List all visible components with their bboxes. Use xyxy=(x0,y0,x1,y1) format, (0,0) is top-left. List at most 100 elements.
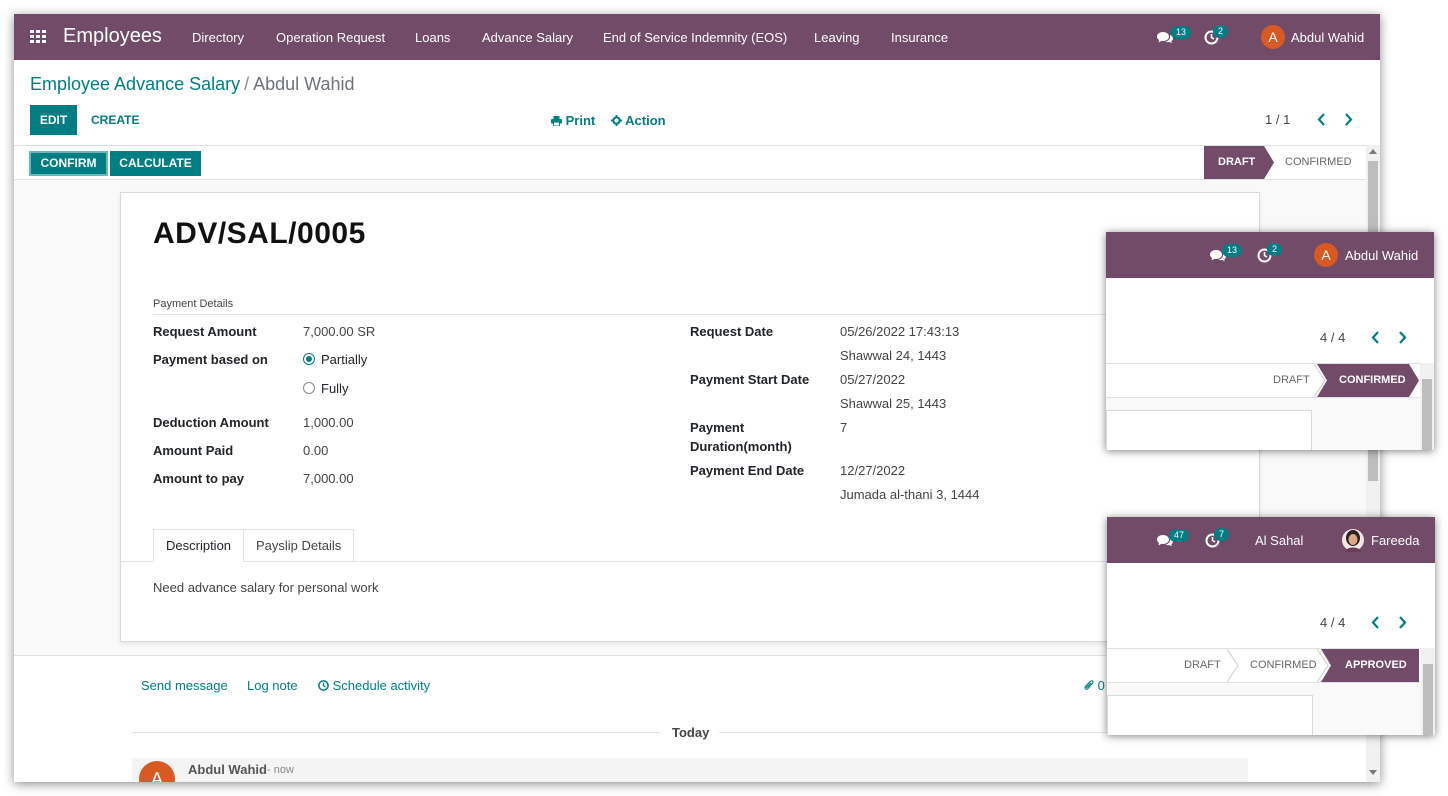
inset1-pager[interactable]: 4 / 4 xyxy=(1320,330,1345,345)
activities-badge: 2 xyxy=(1213,25,1229,38)
request-date-hijri: Shawwal 24, 1443 xyxy=(840,348,947,363)
menu-directory[interactable]: Directory xyxy=(192,30,244,45)
inset1-user-name[interactable]: Abdul Wahid xyxy=(1345,248,1418,263)
inset1-messages-badge: 13 xyxy=(1222,244,1243,257)
menu-leaving[interactable]: Leaving xyxy=(814,30,860,45)
edit-button[interactable]: EDIT xyxy=(30,105,77,135)
stage-confirmed[interactable]: CONFIRMED xyxy=(1285,146,1352,179)
scroll-down-arrow-icon[interactable] xyxy=(1369,770,1377,775)
action-button[interactable]: Action xyxy=(611,113,666,128)
messages-badge: 13 xyxy=(1171,26,1192,39)
inset2-activities-badge: 7 xyxy=(1214,528,1230,541)
user-name[interactable]: Abdul Wahid xyxy=(1291,30,1364,45)
top-navbar: Employees Directory Operation Request Lo… xyxy=(14,14,1380,60)
payment-start-hijri: Shawwal 25, 1443 xyxy=(840,396,947,411)
request-date-value: 05/26/2022 17:43:13 xyxy=(840,324,960,339)
inset2-stage-draft[interactable]: DRAFT xyxy=(1184,649,1221,682)
radio-partially-label[interactable]: Partially xyxy=(321,352,367,367)
radio-fully-label[interactable]: Fully xyxy=(321,381,348,396)
menu-operation-request[interactable]: Operation Request xyxy=(276,30,385,45)
record-title: ADV/SAL/0005 xyxy=(153,217,366,250)
inset2-pager[interactable]: 4 / 4 xyxy=(1320,615,1345,630)
schedule-activity-label: Schedule activity xyxy=(332,678,431,693)
today-divider-left xyxy=(132,732,660,733)
print-button[interactable]: Print xyxy=(551,113,595,128)
request-amount-label: Request Amount xyxy=(153,324,257,339)
amount-paid-value: 0.00 xyxy=(303,443,329,458)
payment-duration-label-1: Payment xyxy=(690,420,745,435)
amount-to-pay-label: Amount to pay xyxy=(153,471,244,486)
gear-icon xyxy=(611,115,622,126)
inset1-activities-badge: 2 xyxy=(1267,243,1283,256)
status-bar: CONFIRM CALCULATE DRAFT CONFIRMED xyxy=(14,145,1366,180)
inset2-messages-badge: 47 xyxy=(1169,529,1190,542)
breadcrumb-current: Abdul Wahid xyxy=(253,74,355,94)
payment-start-value: 05/27/2022 xyxy=(840,372,906,387)
radio-fully[interactable] xyxy=(303,382,315,394)
tab-payslip-details[interactable]: Payslip Details xyxy=(243,529,355,562)
inset-approved-view: 47 7 Al Sahal Fareeda 4 / 4 DRAFT CONFIR… xyxy=(1107,517,1435,735)
inset2-scrollbar[interactable] xyxy=(1421,648,1435,735)
menu-loans[interactable]: Loans xyxy=(415,30,450,45)
payment-duration-value: 7 xyxy=(840,420,848,435)
log-note-button[interactable]: Log note xyxy=(247,678,298,693)
inset2-company-switcher[interactable]: Al Sahal xyxy=(1255,533,1303,548)
user-photo-avatar[interactable] xyxy=(1342,527,1364,553)
radio-partially[interactable] xyxy=(303,353,315,365)
action-label: Action xyxy=(625,113,666,128)
inset1-stage-confirmed[interactable]: CONFIRMED xyxy=(1317,364,1419,397)
menu-advance-salary[interactable]: Advance Salary xyxy=(482,30,573,45)
app-name[interactable]: Employees xyxy=(63,25,162,48)
breadcrumb: Employee Advance Salary / Abdul Wahid xyxy=(30,74,355,95)
chevron-right-icon[interactable] xyxy=(1344,113,1353,126)
inset2-stage-approved[interactable]: APPROVED xyxy=(1321,649,1419,682)
stage-separator-icon xyxy=(1227,649,1239,682)
payment-end-hijri: Jumada al-thani 3, 1444 xyxy=(840,487,980,502)
inset-confirmed-view: 13 2 A Abdul Wahid 4 / 4 DRAFT CONFIRMED xyxy=(1106,232,1434,450)
calculate-button[interactable]: CALCULATE xyxy=(110,151,201,176)
inset2-status-bar: DRAFT CONFIRMED APPROVED xyxy=(1107,648,1435,683)
amount-paid-label: Amount Paid xyxy=(153,443,234,458)
deduction-amount-value: 1,000.00 xyxy=(303,415,354,430)
inset1-scrollbar-thumb[interactable] xyxy=(1422,379,1432,450)
apps-grid-icon[interactable] xyxy=(30,30,47,44)
attachments-count: 0 xyxy=(1097,678,1105,693)
print-icon xyxy=(551,116,562,127)
user-avatar[interactable]: A xyxy=(1261,25,1285,49)
tab-description[interactable]: Description xyxy=(153,529,245,562)
menu-insurance[interactable]: Insurance xyxy=(891,30,948,45)
inset2-scrollbar-thumb[interactable] xyxy=(1423,664,1433,735)
create-button[interactable]: CREATE xyxy=(91,113,139,127)
description-text: Need advance salary for personal work xyxy=(153,580,379,595)
today-label: Today xyxy=(672,725,710,740)
chevron-right-icon[interactable] xyxy=(1398,616,1407,629)
menu-eos[interactable]: End of Service Indemnity (EOS) xyxy=(603,30,787,45)
send-message-button[interactable]: Send message xyxy=(141,678,228,693)
inset2-user-name[interactable]: Fareeda xyxy=(1371,533,1419,548)
inset1-form-sheet xyxy=(1106,410,1312,450)
inset1-scrollbar[interactable] xyxy=(1420,363,1434,450)
confirm-button[interactable]: CONFIRM xyxy=(29,151,108,176)
print-label: Print xyxy=(565,113,596,128)
deduction-amount-label: Deduction Amount xyxy=(153,415,269,430)
schedule-activity-button[interactable]: Schedule activity xyxy=(318,678,430,693)
inset1-stage-draft[interactable]: DRAFT xyxy=(1273,364,1310,397)
attachments-button[interactable]: 0 xyxy=(1084,678,1105,693)
form-sheet: ADV/SAL/0005 Payment Details Request Amo… xyxy=(120,192,1260,642)
paperclip-icon xyxy=(1084,680,1094,690)
scroll-up-arrow-icon[interactable] xyxy=(1369,149,1377,154)
breadcrumb-parent[interactable]: Employee Advance Salary xyxy=(30,74,240,94)
chevron-left-icon[interactable] xyxy=(1317,113,1326,126)
chevron-right-icon[interactable] xyxy=(1398,331,1407,344)
inset1-status-bar: DRAFT CONFIRMED xyxy=(1106,363,1434,398)
request-amount-value: 7,000.00 SR xyxy=(303,324,376,339)
chevron-left-icon[interactable] xyxy=(1371,616,1380,629)
message-time: - now xyxy=(267,764,294,776)
inset1-navbar: 13 2 A Abdul Wahid xyxy=(1106,232,1434,278)
inset1-user-avatar[interactable]: A xyxy=(1314,243,1338,267)
chevron-left-icon[interactable] xyxy=(1371,331,1380,344)
stage-draft[interactable]: DRAFT xyxy=(1204,146,1274,179)
pager-value[interactable]: 1 / 1 xyxy=(1265,112,1290,127)
message-author[interactable]: Abdul Wahid xyxy=(188,762,267,777)
inset2-stage-confirmed[interactable]: CONFIRMED xyxy=(1250,649,1317,682)
